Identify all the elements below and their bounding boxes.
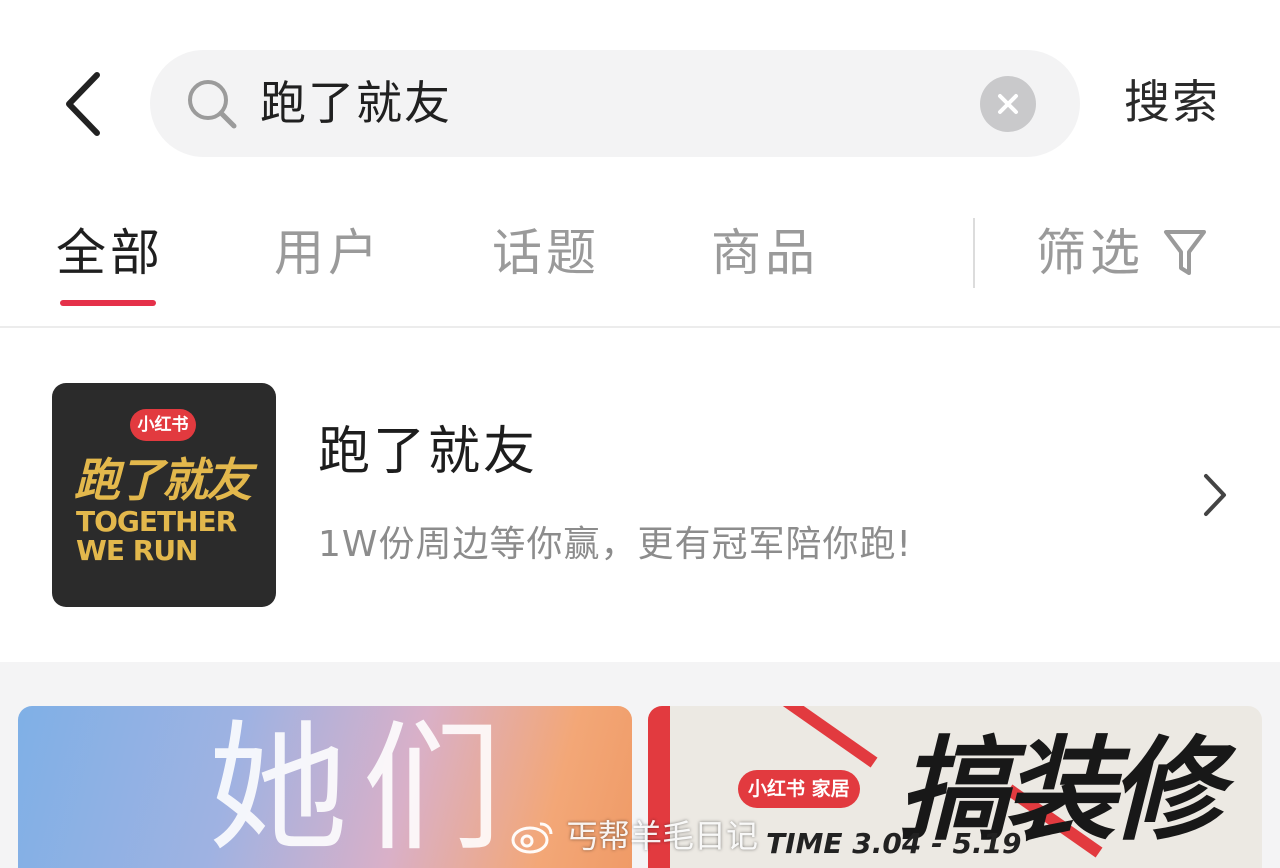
close-icon — [998, 94, 1018, 114]
active-tab-indicator — [60, 300, 156, 306]
weibo-logo-icon — [511, 822, 553, 854]
tab-topics[interactable]: 话题 — [492, 220, 600, 286]
tab-products[interactable]: 商品 — [711, 220, 819, 286]
cover-subtitle-line2: WE RUN — [76, 534, 199, 567]
topic-card[interactable]: 小红书 跑了就友 TOGETHER WE RUN 跑了就友 1W份周边等你赢，更… — [0, 330, 1280, 662]
card-date: TIME 3.04 - 5.19 — [766, 827, 1022, 860]
search-header: 跑了就友 搜索 — [0, 0, 1280, 190]
clear-search-button[interactable] — [980, 76, 1036, 132]
cover-subtitle-line1: TOGETHER — [76, 505, 237, 538]
topic-title: 跑了就友 — [318, 422, 539, 482]
topic-cover-image: 小红书 跑了就友 TOGETHER WE RUN — [52, 383, 276, 607]
back-button[interactable] — [55, 64, 111, 144]
cover-subtitle: TOGETHER WE RUN — [76, 505, 237, 567]
tab-all[interactable]: 全部 — [56, 220, 164, 286]
search-query-text[interactable]: 跑了就友 — [260, 74, 452, 132]
back-arrow-icon — [66, 72, 100, 136]
chevron-right-icon[interactable] — [1198, 470, 1230, 520]
watermark-text: 丐帮羊毛日记 — [566, 817, 759, 855]
xiaohongshu-logo: 小红书 — [130, 409, 196, 441]
card-brand-badge: 小红书 家居 — [738, 770, 860, 808]
card-decoration — [780, 706, 878, 768]
cover-title: 跑了就友 — [74, 453, 252, 507]
filter-button[interactable]: 筛选 — [1036, 220, 1208, 286]
search-input[interactable]: 跑了就友 — [150, 50, 1080, 157]
filter-funnel-icon — [1164, 230, 1206, 275]
search-submit-button[interactable]: 搜索 — [1124, 72, 1220, 132]
result-tabs: 全部 用户 话题 商品 筛选 — [0, 190, 1280, 328]
topic-description: 1W份周边等你赢，更有冠军陪你跑! — [318, 524, 912, 565]
card-cover-text: 她们 — [208, 708, 517, 868]
tab-divider — [973, 218, 975, 288]
tab-users[interactable]: 用户 — [274, 220, 382, 286]
watermark: 丐帮羊毛日记 — [510, 814, 758, 858]
search-icon — [188, 80, 237, 129]
filter-label: 筛选 — [1036, 224, 1144, 282]
